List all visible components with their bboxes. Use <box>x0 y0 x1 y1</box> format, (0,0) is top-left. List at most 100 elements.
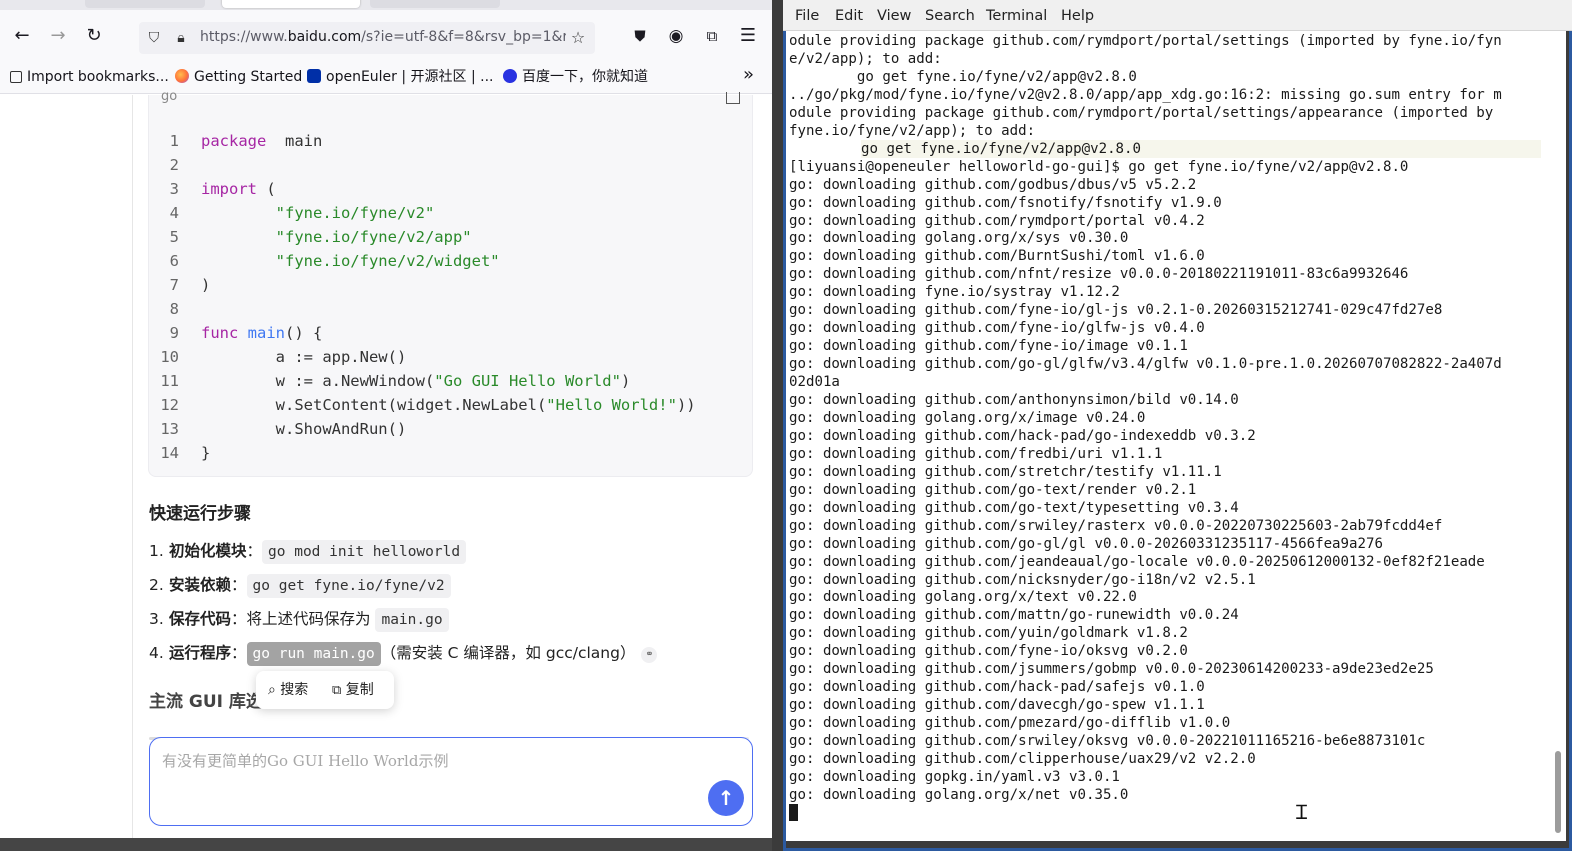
copy-code-icon[interactable] <box>726 92 740 104</box>
line-number: 3 <box>169 180 179 198</box>
step-separator: ： <box>231 610 247 628</box>
line-number: 11 <box>160 372 179 390</box>
menu-terminal[interactable]: Terminal <box>986 7 1047 25</box>
line-number: 9 <box>169 324 179 342</box>
tab-active[interactable] <box>222 0 360 8</box>
terminal-line: go: downloading github.com/mattn/go-rune… <box>789 607 1239 624</box>
bookmark-import[interactable]: Import bookmarks... <box>10 68 169 86</box>
back-icon[interactable]: ← <box>10 24 34 48</box>
step-number: 4. <box>149 644 164 662</box>
terminal-line: go: downloading github.com/yuin/goldmark… <box>789 625 1188 642</box>
menu-view[interactable]: View <box>877 7 911 25</box>
bookmark-baidu[interactable]: 百度一下，你就知道 <box>503 68 648 86</box>
link-icon[interactable]: ⚭ <box>641 647 658 663</box>
url-text[interactable]: https://www.baidu.com/s?ie=utf-8&f=8&rsv… <box>200 29 566 47</box>
code-text: } <box>201 441 210 465</box>
menu-edit[interactable]: Edit <box>835 7 863 25</box>
terminal-scrollbar[interactable] <box>1555 751 1561 833</box>
terminal-line: go get fyne.io/fyne/v2/app@v2.8.0 <box>789 68 1137 85</box>
terminal-line: go: downloading github.com/pmezard/go-di… <box>789 715 1231 732</box>
code-token: import <box>201 180 257 198</box>
step-command[interactable]: go run main.go <box>246 642 381 666</box>
shield-icon[interactable]: ⛉ <box>145 29 163 47</box>
terminal-line: go: downloading github.com/fyne-io/oksvg… <box>789 643 1188 660</box>
terminal-line: go: downloading golang.org/x/image v0.24… <box>789 409 1146 426</box>
step-note: （需安装 C 编译器，如 gcc/clang） <box>380 644 636 662</box>
step-label: 保存代码 <box>169 610 232 628</box>
line-number: 4 <box>169 204 179 222</box>
menu-icon[interactable]: ☰ <box>736 24 760 48</box>
terminal-line: go: downloading github.com/nfnt/resize v… <box>789 266 1409 283</box>
step-command[interactable]: go get fyne.io/fyne/v2 <box>246 574 451 598</box>
step-separator: ： <box>231 576 247 594</box>
terminal-line: go: downloading github.com/srwiley/raste… <box>789 517 1443 534</box>
account-icon[interactable]: ◉ <box>664 24 688 48</box>
terminal-line: go: downloading golang.org/x/net v0.35.0 <box>789 786 1129 803</box>
step-label: 运行程序 <box>169 644 232 662</box>
terminal-output[interactable]: odule providing package github.com/rymdp… <box>786 31 1566 841</box>
forward-icon[interactable]: → <box>46 24 70 48</box>
menu-file[interactable]: File <box>795 7 819 25</box>
terminal-line: go: downloading github.com/anthonynsimon… <box>789 392 1239 408</box>
text-cursor-icon: Ɪ <box>1296 800 1308 824</box>
terminal-line: odule providing package github.com/rymdp… <box>789 33 1502 49</box>
terminal-line: go: downloading github.com/stretchr/test… <box>789 463 1222 480</box>
line-number: 12 <box>160 396 179 414</box>
chat-input-placeholder[interactable]: 有没有更简单的Go GUI Hello World示例 <box>162 750 448 771</box>
reload-icon[interactable]: ↻ <box>82 24 106 48</box>
code-token: )) <box>676 396 696 414</box>
page-content: go 1 package main 2 3 import (4 "fyne.io/fyn… <box>0 89 772 851</box>
code-block: go 1 package main 2 3 import (4 "fyne.io/fyn… <box>148 89 753 477</box>
terminal-line: ../go/pkg/mod/fyne.io/fyne/v2@v2.8.0/app… <box>789 86 1502 103</box>
bookmark-star-icon[interactable]: ☆ <box>569 29 587 47</box>
code-text: a := app.New() <box>201 345 407 369</box>
code-body[interactable]: 1 package main 2 3 import (4 "fyne.io/fyne/v… <box>149 129 752 465</box>
bookmark-openeuler[interactable]: openEuler | 开源社区 | ... <box>307 68 494 86</box>
terminal-line: go: downloading github.com/davecgh/go-sp… <box>789 697 1205 714</box>
code-token: ) <box>620 372 631 390</box>
terminal-line: go: downloading github.com/fredbi/uri v1… <box>789 445 1163 462</box>
terminal-line: go: downloading github.com/go-gl/gl v0.0… <box>789 535 1383 552</box>
step-command[interactable]: main.go <box>375 608 449 632</box>
line-number: 2 <box>169 156 179 174</box>
tab-strip <box>0 0 772 10</box>
lock-icon[interactable]: 🔒︎ <box>172 29 190 47</box>
popup-copy-button[interactable]: ⧉ 复制 <box>332 680 374 700</box>
line-number: 8 <box>169 300 179 318</box>
selection-popup: ⌕ 搜索 ⧉ 复制 <box>256 671 394 709</box>
address-bar[interactable]: ⛉ 🔒︎ https://www.baidu.com/s?ie=utf-8&f=… <box>139 22 595 54</box>
menu-help[interactable]: Help <box>1061 7 1094 25</box>
code-text: package main <box>201 129 322 153</box>
send-button[interactable]: ↑ <box>708 780 744 816</box>
pocket-icon[interactable]: ⛊ <box>628 24 652 48</box>
copy-icon: ⧉ <box>332 683 342 698</box>
terminal-line: e/v2/app); to add: <box>789 50 942 67</box>
bookmarks-overflow-icon[interactable]: » <box>743 66 754 84</box>
step-label: 安装依赖 <box>169 576 232 594</box>
firefox-icon <box>175 69 189 83</box>
terminal-line: go: downloading github.com/rymdport/port… <box>789 212 1205 229</box>
step-separator: ： <box>231 644 247 662</box>
code-text: w := a.NewWindow("Go GUI Hello World") <box>201 369 631 393</box>
line-number: 5 <box>169 228 179 246</box>
terminal-line: go: downloading github.com/jeandeaual/go… <box>789 553 1485 570</box>
code-token: w := a.NewWindow( <box>201 372 435 390</box>
code-token: "Go GUI Hello World" <box>434 372 621 390</box>
extensions-icon[interactable]: ⧉ <box>700 24 724 48</box>
section-heading: 主流 GUI 库选 <box>149 692 263 712</box>
terminal-line: go: downloading github.com/godbus/dbus/v… <box>789 176 1197 193</box>
step-command[interactable]: go mod init helloworld <box>262 540 467 564</box>
code-text: "fyne.io/fyne/v2/widget" <box>201 249 500 273</box>
bookmark-getting-started[interactable]: Getting Started <box>175 68 302 86</box>
tab-other[interactable] <box>370 0 500 8</box>
menu-search[interactable]: Search <box>925 7 975 25</box>
code-token: "fyne.io/fyne/v2/app" <box>275 228 472 246</box>
popup-search-button[interactable]: ⌕ 搜索 <box>268 680 308 700</box>
terminal-menubar: File Edit View Search Terminal Help <box>783 0 1572 31</box>
tab-baidu[interactable] <box>85 0 205 8</box>
code-text: "fyne.io/fyne/v2/app" <box>201 225 472 249</box>
line-number: 6 <box>169 252 179 270</box>
code-token: () { <box>285 324 323 342</box>
chat-input-box[interactable]: 有没有更简单的Go GUI Hello World示例 ↑ <box>149 737 753 826</box>
